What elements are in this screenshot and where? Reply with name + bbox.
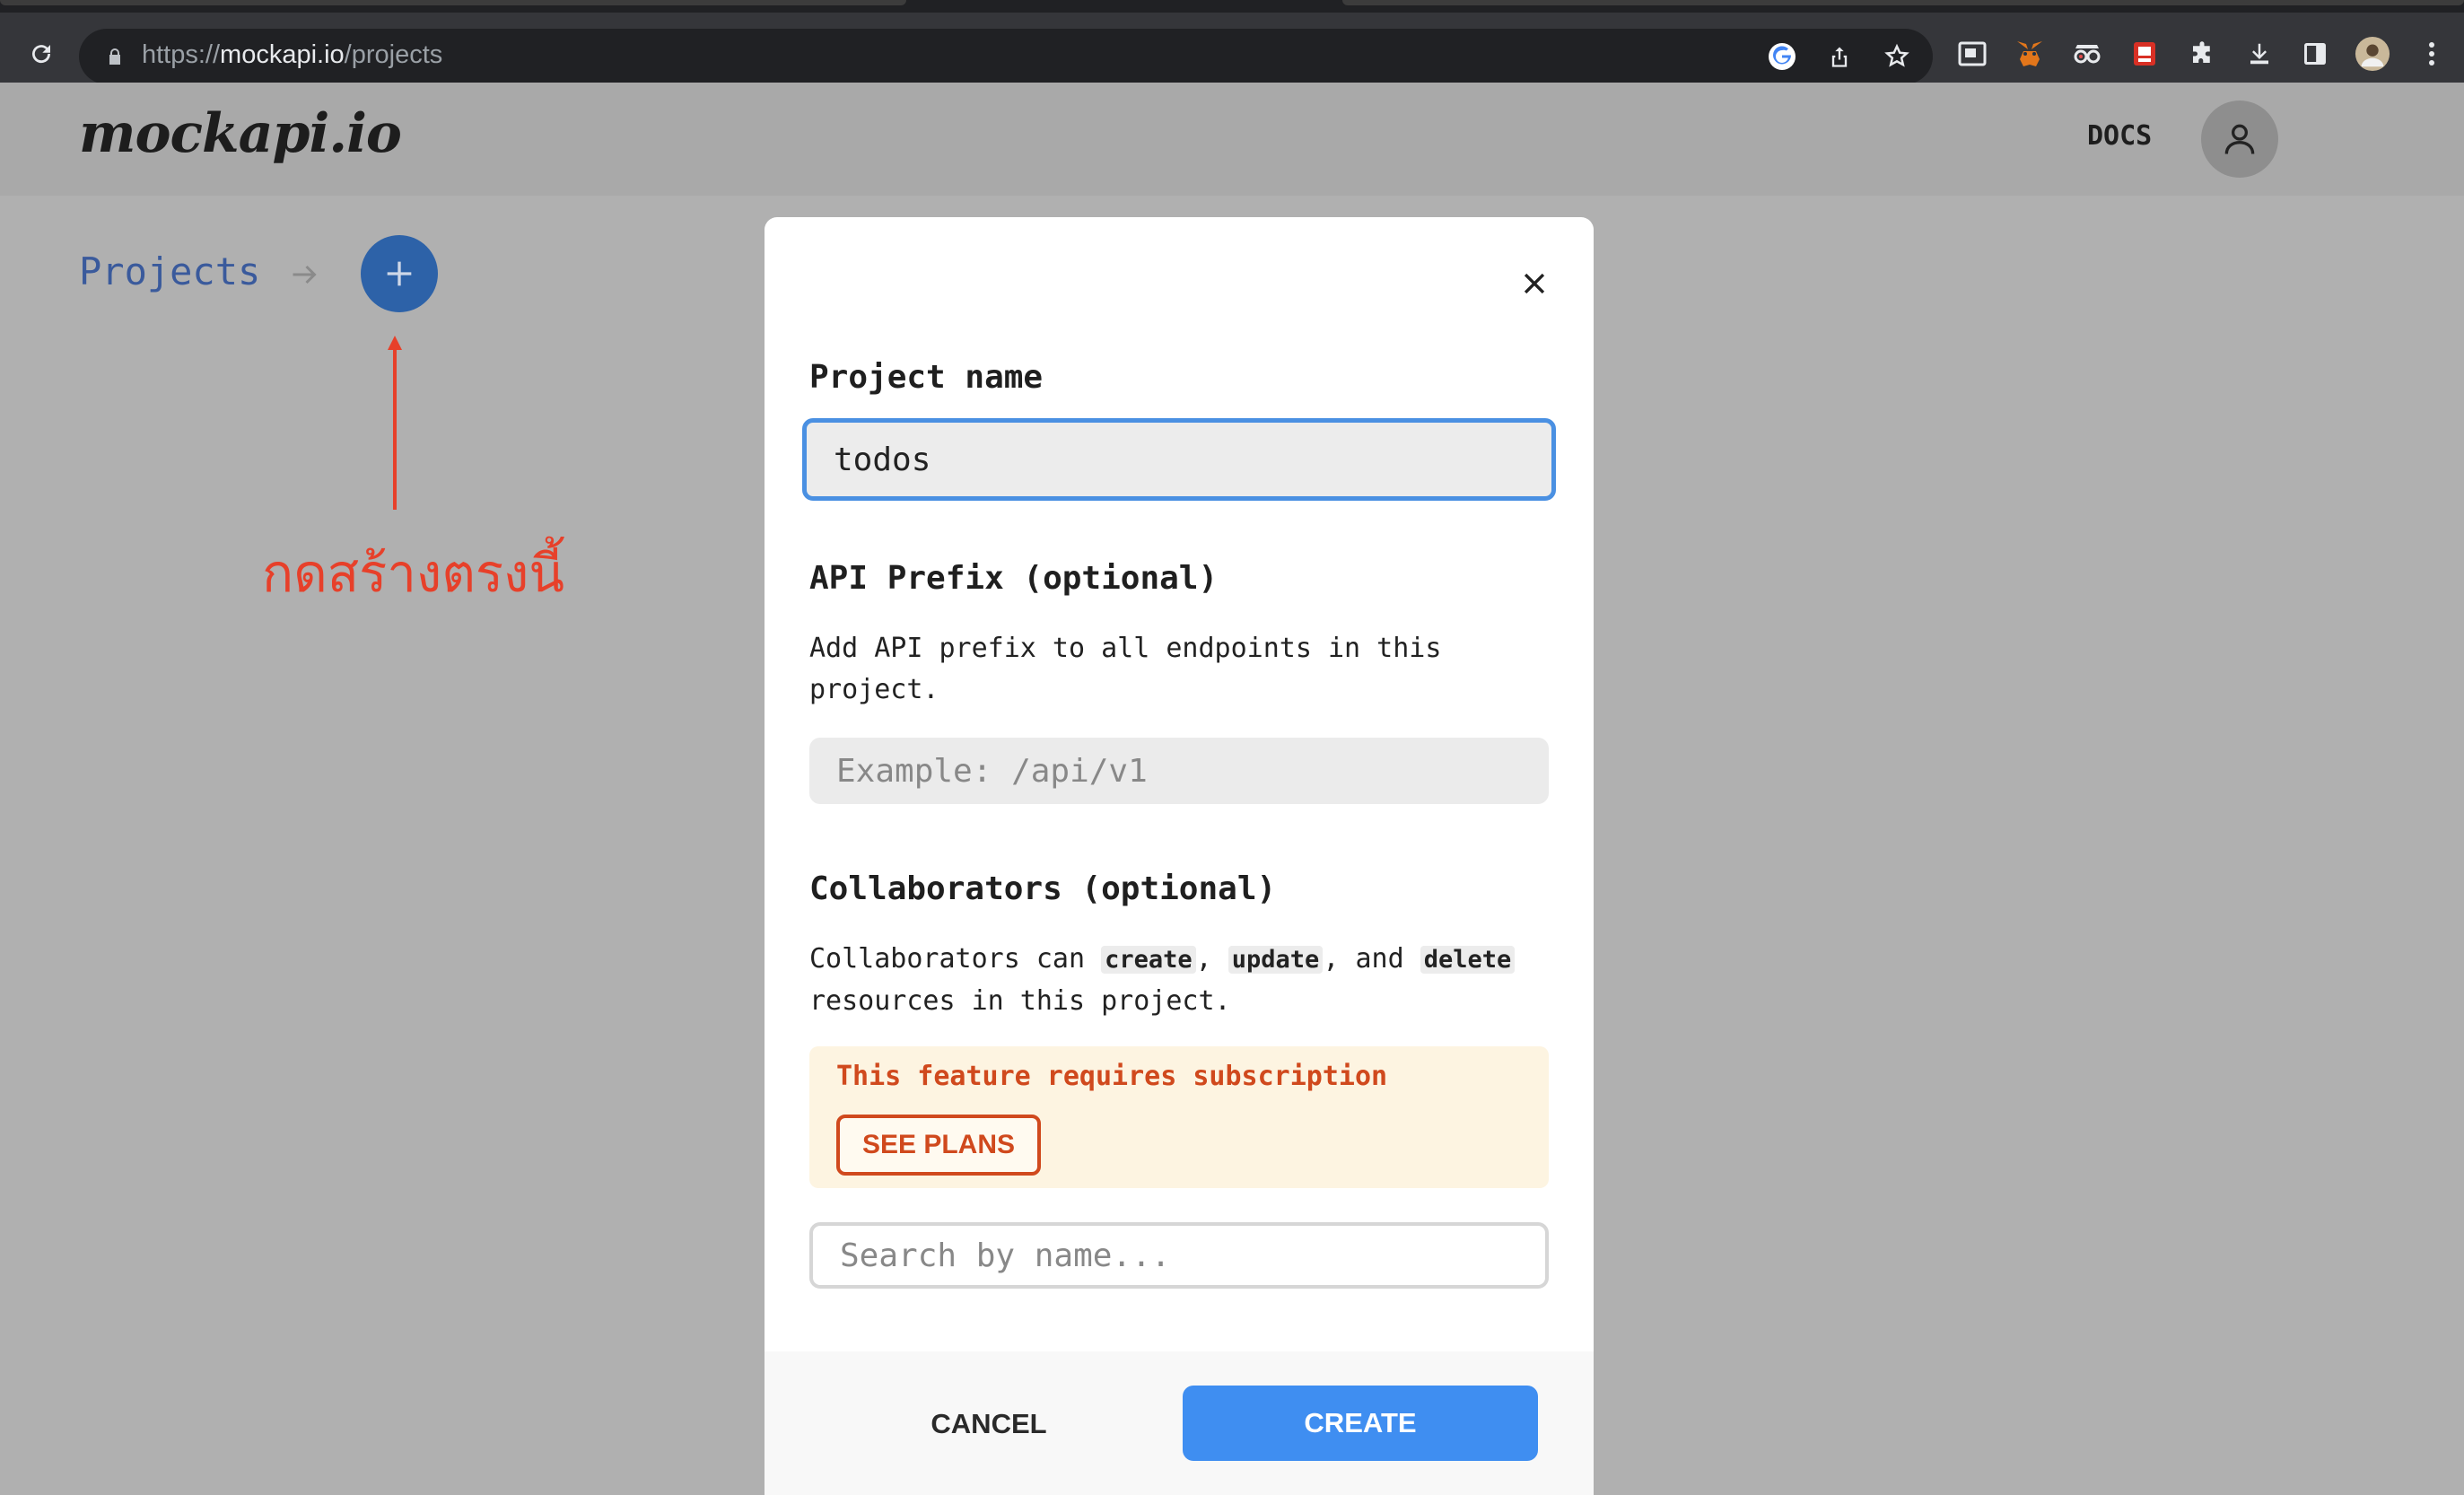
collaborators-label: Collaborators (optional) [809, 870, 1277, 907]
annotation-arrow-icon [388, 336, 402, 510]
subscription-notice: This feature requires subscription SEE P… [809, 1046, 1549, 1188]
dialog-footer: CANCEL CREATE [765, 1351, 1594, 1495]
project-name-label: Project name [809, 359, 1044, 396]
collaborator-search-input[interactable] [809, 1222, 1549, 1289]
see-plans-button[interactable]: SEE PLANS [836, 1115, 1041, 1176]
account-button[interactable] [2201, 101, 2278, 178]
project-name-input[interactable] [802, 418, 1556, 501]
google-icon[interactable] [1766, 40, 1798, 73]
code-create: create [1101, 946, 1196, 974]
collab-sep: , and [1323, 943, 1420, 975]
plus-icon [387, 261, 412, 286]
api-prefix-input[interactable] [809, 738, 1549, 804]
browser-tabstrip [0, 0, 2464, 13]
annotation-text: กดสร้างตรงนี้ [262, 543, 565, 604]
breadcrumb-projects[interactable]: Projects [79, 249, 260, 293]
collab-desc-start: Collaborators can [809, 943, 1102, 975]
code-update: update [1228, 946, 1324, 974]
site-header: mockapi.io DOCS [0, 83, 2464, 196]
user-icon [2224, 124, 2255, 154]
close-button[interactable] [1509, 258, 1560, 309]
create-button[interactable]: CREATE [1183, 1386, 1538, 1461]
code-delete: delete [1420, 946, 1516, 974]
arrow-right-icon [293, 265, 317, 284]
spy-glasses-icon[interactable] [2069, 36, 2105, 72]
extensions-puzzle-icon[interactable] [2184, 36, 2220, 72]
subscription-notice-text: This feature requires subscription [836, 1061, 1388, 1092]
api-prefix-label: API Prefix (optional) [809, 560, 1219, 597]
browser-toolbar: https://mockapi.io/projects [0, 13, 2464, 84]
add-project-button[interactable] [361, 235, 438, 312]
url-path: /projects [344, 40, 443, 69]
metamask-fox-icon[interactable] [2012, 36, 2048, 72]
side-panel-icon[interactable] [2297, 36, 2333, 72]
url-host: mockapi.io [220, 40, 345, 69]
lock-icon[interactable] [104, 46, 126, 67]
collab-desc-end: resources in this project. [809, 985, 1231, 1017]
browser-menu-icon[interactable] [2414, 36, 2450, 72]
create-project-dialog: Project name API Prefix (optional) Add A… [765, 217, 1594, 1495]
download-icon[interactable] [2241, 36, 2277, 72]
url-text[interactable]: https://mockapi.io/projects [142, 40, 442, 70]
collaborators-description: Collaborators can create, update, and de… [809, 939, 1545, 1022]
url-scheme: https:// [142, 40, 221, 69]
api-prefix-description: Add API prefix to all endpoints in this … [809, 633, 1442, 705]
address-bar[interactable]: https://mockapi.io/projects [79, 29, 1933, 84]
bookmark-star-icon[interactable] [1881, 40, 1913, 73]
collab-sep: , [1195, 943, 1228, 975]
reload-icon[interactable] [23, 36, 59, 72]
browser-tab[interactable] [0, 0, 906, 5]
profile-avatar-icon[interactable] [2355, 36, 2390, 72]
site-logo[interactable]: mockapi.io [79, 102, 402, 165]
close-icon [1524, 273, 1545, 294]
share-icon[interactable] [1823, 40, 1856, 73]
browser-tab[interactable] [1342, 0, 2464, 5]
red-extension-icon[interactable] [2127, 36, 2163, 72]
picture-in-picture-icon[interactable] [1954, 36, 1990, 72]
docs-link[interactable]: DOCS [2087, 120, 2152, 152]
cancel-button[interactable]: CANCEL [899, 1393, 1079, 1456]
